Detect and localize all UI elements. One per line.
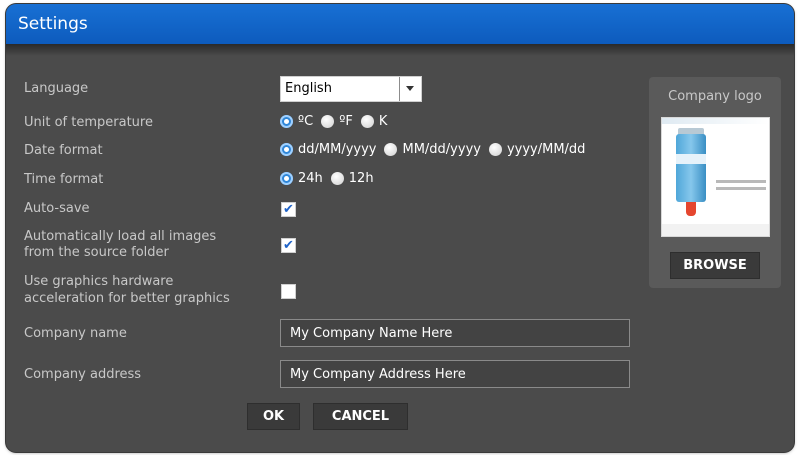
radio-dot[interactable]	[280, 115, 293, 128]
date-label: Date format	[24, 143, 103, 158]
radio-dot[interactable]	[384, 143, 398, 156]
radio-dot[interactable]	[280, 143, 293, 156]
autosave-label: Auto-save	[24, 201, 90, 216]
tagline-line	[716, 187, 766, 190]
ok-button[interactable]: OK	[247, 403, 300, 430]
chevron-down-icon	[406, 86, 414, 91]
title-bar: Settings	[6, 4, 794, 44]
company-name-label: Company name	[24, 326, 127, 341]
date-option-label: yyyy/MM/dd	[506, 142, 586, 157]
autoload-label-line2: from the source folder	[24, 245, 169, 260]
radio-dot[interactable]	[330, 172, 344, 185]
logo-top-band	[662, 118, 769, 124]
time-radio-group: 24h 12h	[280, 171, 382, 186]
dialog-title: Settings	[18, 14, 88, 34]
unit-option-label: ºF	[339, 114, 353, 129]
check-icon: ✔	[283, 238, 294, 253]
unit-radio-fahrenheit[interactable]: ºF	[321, 114, 353, 129]
company-name-input[interactable]	[280, 319, 630, 347]
date-radio-mmddyyyy[interactable]: MM/dd/yyyy	[384, 142, 481, 157]
bottle-shape	[676, 134, 706, 202]
hw-accel-checkbox[interactable]	[281, 284, 296, 299]
hw-accel-label-line1: Use graphics hardware	[24, 274, 174, 289]
radio-dot[interactable]	[488, 143, 502, 156]
check-icon: ✔	[283, 202, 294, 217]
browse-button[interactable]: BROWSE	[670, 252, 760, 279]
time-radio-24h[interactable]: 24h	[280, 171, 323, 186]
time-option-label: 24h	[298, 171, 323, 186]
settings-dialog: Settings Language Unit of temperature Da…	[6, 4, 794, 452]
unit-label: Unit of temperature	[24, 115, 153, 130]
logo-bottom-band	[662, 224, 769, 236]
date-radio-yyyymmdd[interactable]: yyyy/MM/dd	[488, 142, 586, 157]
bottle-nozzle-shape	[686, 202, 696, 216]
company-logo-panel: Company logo BROWSE	[649, 77, 781, 288]
radio-dot[interactable]	[360, 115, 374, 128]
bottle-label-shape	[676, 154, 706, 164]
language-select[interactable]: English	[280, 76, 422, 102]
tagline-line	[716, 180, 766, 183]
date-option-label: dd/MM/yyyy	[298, 142, 377, 157]
time-radio-12h[interactable]: 12h	[330, 171, 374, 186]
autosave-checkbox[interactable]: ✔	[281, 202, 296, 217]
date-option-label: MM/dd/yyyy	[402, 142, 481, 157]
radio-dot[interactable]	[321, 115, 335, 128]
logo-tagline-lines	[716, 180, 766, 198]
date-radio-ddmmyyyy[interactable]: dd/MM/yyyy	[280, 142, 376, 157]
unit-radio-kelvin[interactable]: K	[360, 114, 388, 129]
hw-accel-label-line2: acceleration for better graphics	[24, 291, 230, 306]
autoload-checkbox[interactable]: ✔	[281, 238, 296, 253]
language-label: Language	[24, 81, 89, 96]
radio-dot[interactable]	[280, 172, 293, 185]
company-address-input[interactable]	[280, 360, 630, 388]
title-bar-shadow	[6, 44, 794, 56]
date-radio-group: dd/MM/yyyy MM/dd/yyyy yyyy/MM/dd	[280, 142, 593, 157]
autoload-label-line1: Automatically load all images	[24, 229, 217, 244]
language-dropdown-button[interactable]	[399, 77, 421, 101]
unit-option-label: K	[378, 114, 388, 129]
company-logo-image	[661, 117, 770, 237]
unit-option-label: ºC	[298, 114, 314, 129]
company-address-label: Company address	[24, 367, 142, 382]
language-select-value: English	[285, 81, 332, 96]
unit-radio-celsius[interactable]: ºC	[280, 114, 313, 129]
company-logo-title: Company logo	[668, 89, 762, 104]
cancel-button[interactable]: CANCEL	[313, 403, 408, 430]
time-option-label: 12h	[348, 171, 374, 186]
unit-radio-group: ºC ºF K	[280, 114, 395, 129]
time-label: Time format	[24, 172, 104, 187]
